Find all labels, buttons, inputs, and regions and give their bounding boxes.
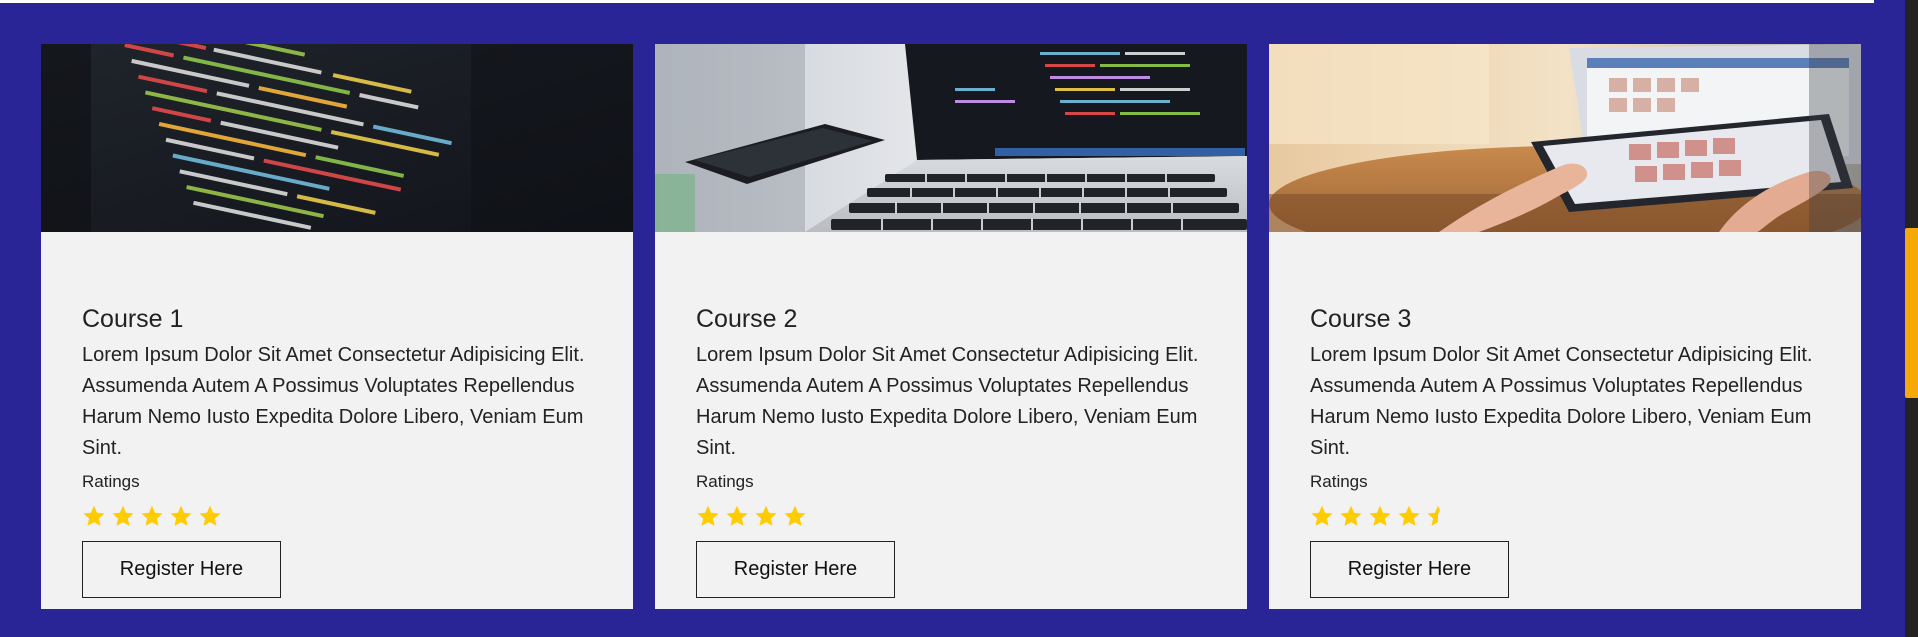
course-2-title: Course 2: [696, 305, 798, 333]
course-3-star-rating: [1310, 504, 1820, 528]
course-2-description: Lorem Ipsum Dolor Sit Amet Consectetur A…: [696, 344, 1199, 459]
star-icon: [141, 505, 163, 526]
course-2-ratings-label: Ratings: [696, 472, 754, 491]
course-1-star-rating: [82, 504, 592, 528]
star-icon: [170, 505, 192, 526]
scrollbar-thumb[interactable]: [1905, 228, 1918, 398]
star-icon: [199, 505, 221, 526]
course-1-title: Course 1: [82, 305, 184, 333]
course-card-3: Course 3 Lorem Ipsum Dolor Sit Amet Cons…: [1269, 44, 1861, 609]
course-2-image: [655, 44, 1247, 232]
star-icon: [1340, 505, 1362, 526]
course-2-star-rating: [696, 504, 1206, 528]
course-3-ratings-label: Ratings: [1310, 472, 1368, 491]
course-1-description: Lorem Ipsum Dolor Sit Amet Consectetur A…: [82, 344, 585, 459]
course-3-description: Lorem Ipsum Dolor Sit Amet Consectetur A…: [1310, 344, 1813, 459]
course-3-title: Course 3: [1310, 305, 1412, 333]
star-icon: [83, 505, 105, 526]
star-icon: [1311, 505, 1333, 526]
half-star-icon: [1427, 505, 1440, 526]
page-top-edge: [0, 0, 1874, 3]
star-icon: [112, 505, 134, 526]
course-card-1: Course 1 Lorem Ipsum Dolor Sit Amet Cons…: [41, 44, 633, 609]
star-icon: [1369, 505, 1391, 526]
star-icon: [784, 505, 806, 526]
course-card-2: Course 2 Lorem Ipsum Dolor Sit Amet Cons…: [655, 44, 1247, 609]
course-3-image: [1269, 44, 1861, 232]
course-1-register-button[interactable]: Register Here: [82, 541, 281, 598]
course-1-image: [41, 44, 633, 232]
course-2-register-button[interactable]: Register Here: [696, 541, 895, 598]
star-icon: [1398, 505, 1420, 526]
star-icon: [697, 505, 719, 526]
star-icon: [726, 505, 748, 526]
star-icon: [755, 505, 777, 526]
course-1-ratings-label: Ratings: [82, 472, 140, 491]
course-3-register-button[interactable]: Register Here: [1310, 541, 1509, 598]
